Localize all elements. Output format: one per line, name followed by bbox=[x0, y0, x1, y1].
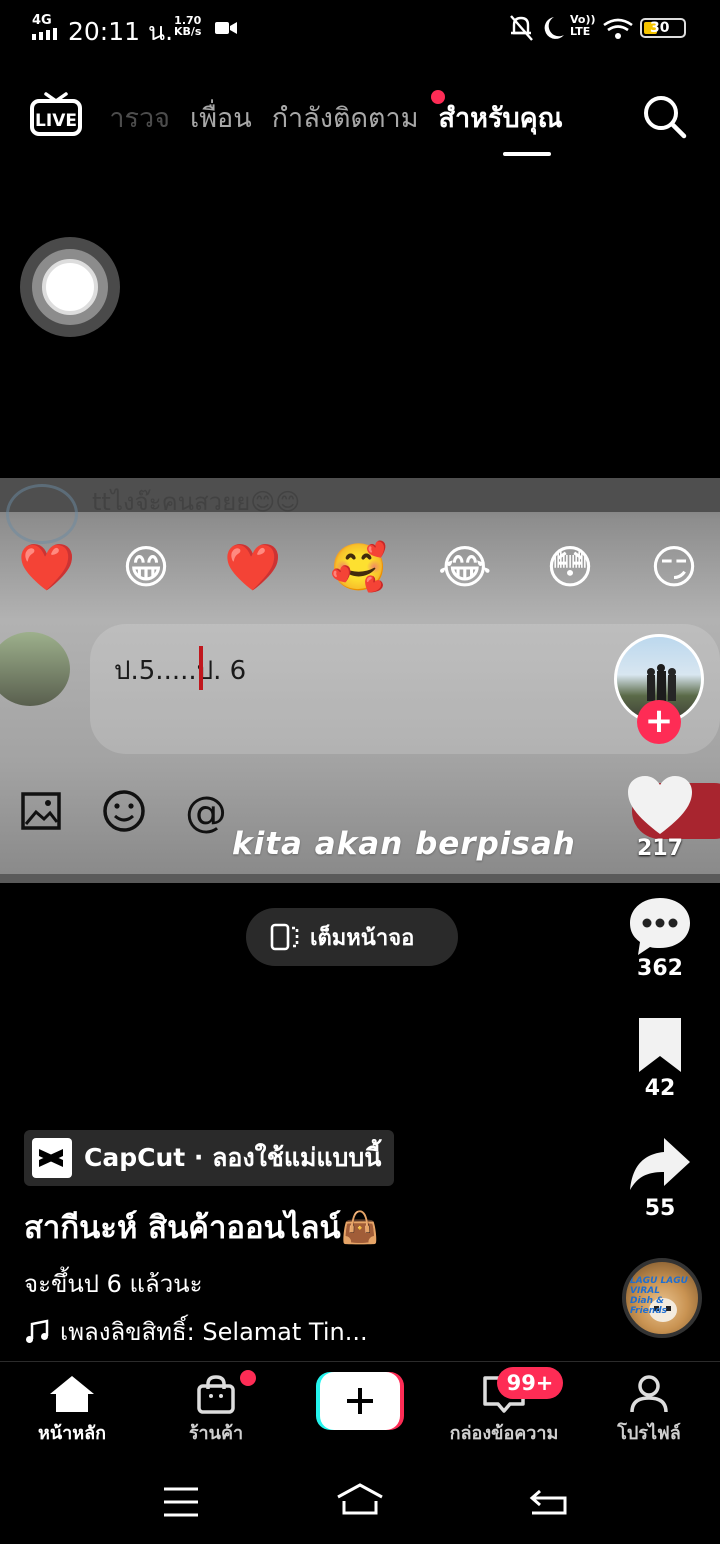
mute-bell-icon bbox=[510, 15, 533, 41]
video-input-icons: @ bbox=[21, 788, 227, 836]
music-disc-label: LAGU LAGU VIRAL Diah & Friends bbox=[630, 1276, 688, 1316]
comment-count: 362 bbox=[637, 956, 683, 981]
home-outline-icon bbox=[337, 1483, 383, 1515]
emoji-flushed: 😳 bbox=[546, 540, 594, 594]
nav-inbox-label: กล่องข้อความ bbox=[449, 1423, 559, 1444]
share-count: 55 bbox=[644, 1196, 676, 1221]
nav-shop[interactable]: ร้านค้า bbox=[141, 1374, 291, 1447]
network-speed: 1.70 KB/s bbox=[174, 14, 202, 38]
follow-plus-button[interactable]: + bbox=[637, 700, 681, 744]
video-bottom-strip bbox=[0, 874, 720, 883]
battery-level: 30 bbox=[650, 20, 670, 36]
battery-icon: 30 bbox=[640, 18, 686, 38]
wifi-icon bbox=[603, 18, 633, 32]
video-camera-icon bbox=[215, 22, 237, 34]
emoji-smiling-hearts: 🥰 bbox=[330, 540, 388, 594]
home-icon bbox=[50, 1376, 94, 1412]
network-type: 4G bbox=[32, 13, 52, 28]
search-icon[interactable] bbox=[640, 92, 688, 140]
shopping-bag-icon bbox=[197, 1375, 235, 1414]
feed-tabs: สำรวจ เพื่อน กำลังติดตาม สำหรับคุณ bbox=[110, 96, 563, 136]
video-player[interactable]: ttไงจ๊ะคนสวยย😊😊 ❤️ 😁 ❤️ 🥰 😂 😳 😏 ป.5.....… bbox=[0, 478, 720, 883]
svg-text:LIVE: LIVE bbox=[35, 111, 77, 131]
tab-following[interactable]: กำลังติดตาม bbox=[272, 96, 419, 136]
rotate-screen-icon bbox=[270, 923, 299, 951]
emoji-smirk: 😏 bbox=[650, 540, 698, 594]
tab-explore[interactable]: สำรวจ bbox=[110, 96, 170, 136]
create-plus-button[interactable] bbox=[316, 1372, 404, 1430]
shop-notification-dot bbox=[240, 1370, 256, 1386]
nav-home[interactable]: หน้าหลัก bbox=[0, 1374, 147, 1447]
nav-profile-label: โปรไฟล์ bbox=[617, 1423, 681, 1444]
video-top-strip: ttไงจ๊ะคนสวยย😊😊 bbox=[0, 478, 720, 516]
video-top-text: ttไงจ๊ะคนสวยย😊😊 bbox=[92, 488, 301, 516]
signal-icon bbox=[32, 28, 57, 40]
emoji-grin: 😁 bbox=[122, 540, 170, 594]
music-link[interactable]: เพลงลิขสิทธิ์: Selamat Tin... bbox=[24, 1312, 368, 1351]
video-description[interactable]: จะขึ้นป 6 แล้วนะ bbox=[24, 1264, 202, 1303]
save-count: 42 bbox=[644, 1076, 676, 1101]
video-caption: kita akan berpisah bbox=[232, 826, 576, 862]
clock: 20:11 น. bbox=[68, 17, 174, 46]
tab-for-you[interactable]: สำหรับคุณ bbox=[439, 96, 563, 136]
music-title: เพลงลิขสิทธิ์: Selamat Tin... bbox=[60, 1318, 368, 1346]
capcut-label: CapCut · ลองใช้แม่แบบนี้ bbox=[84, 1143, 382, 1172]
image-icon bbox=[21, 792, 61, 830]
emoji-heart: ❤️ bbox=[224, 540, 282, 594]
mention-icon: @ bbox=[185, 788, 227, 836]
tab-friends[interactable]: เพื่อน bbox=[190, 96, 252, 136]
video-comment-text: ป.5.....ป. 6 bbox=[114, 656, 247, 686]
nav-home-label: หน้าหลัก bbox=[37, 1423, 107, 1444]
status-bar: 4G 20:11 น. 1.70 KB/s Vo)) LTE 30 bbox=[0, 0, 720, 56]
profile-icon bbox=[630, 1375, 668, 1413]
fullscreen-label: เต็มหน้าจอ bbox=[310, 925, 415, 951]
video-comment-avatar bbox=[0, 632, 70, 706]
moon-icon bbox=[544, 17, 564, 39]
menu-icon bbox=[164, 1487, 198, 1517]
inbox-badge: 99+ bbox=[497, 1367, 563, 1399]
capcut-template-chip[interactable]: CapCut · ลองใช้แม่แบบนี้ bbox=[24, 1130, 394, 1186]
capcut-logo-icon bbox=[32, 1138, 72, 1178]
nav-profile[interactable]: โปรไฟล์ bbox=[574, 1374, 720, 1447]
following-notification-dot bbox=[431, 90, 445, 104]
volte-indicator: Vo)) LTE bbox=[570, 13, 596, 38]
back-icon bbox=[529, 1489, 567, 1515]
emoji-tears-of-joy: 😂 bbox=[438, 540, 492, 594]
emoji-row: ❤️ 😁 ❤️ 🥰 😂 😳 😏 bbox=[0, 534, 720, 600]
share-icon[interactable] bbox=[626, 1134, 694, 1198]
text-caret bbox=[199, 646, 203, 690]
music-note-icon bbox=[26, 1318, 49, 1343]
nav-shop-label: ร้านค้า bbox=[188, 1423, 244, 1444]
music-disc[interactable]: LAGU LAGU VIRAL Diah & Friends bbox=[622, 1258, 702, 1338]
bookmark-icon[interactable] bbox=[626, 1014, 694, 1078]
author-name[interactable]: สากีนะห์ สินค้าออนไลน์👜 bbox=[24, 1202, 379, 1252]
assistive-touch-button[interactable] bbox=[20, 237, 120, 337]
heart-icon[interactable] bbox=[626, 774, 694, 838]
smiley-icon bbox=[103, 790, 145, 832]
system-nav-bar bbox=[164, 1483, 567, 1517]
like-count: 217 bbox=[637, 836, 683, 861]
emoji-heart: ❤️ bbox=[18, 540, 76, 594]
live-icon[interactable]: LIVE bbox=[30, 92, 82, 136]
comment-icon[interactable] bbox=[626, 894, 694, 958]
fullscreen-button[interactable]: เต็มหน้าจอ bbox=[246, 908, 458, 966]
active-tab-underline bbox=[503, 152, 551, 156]
